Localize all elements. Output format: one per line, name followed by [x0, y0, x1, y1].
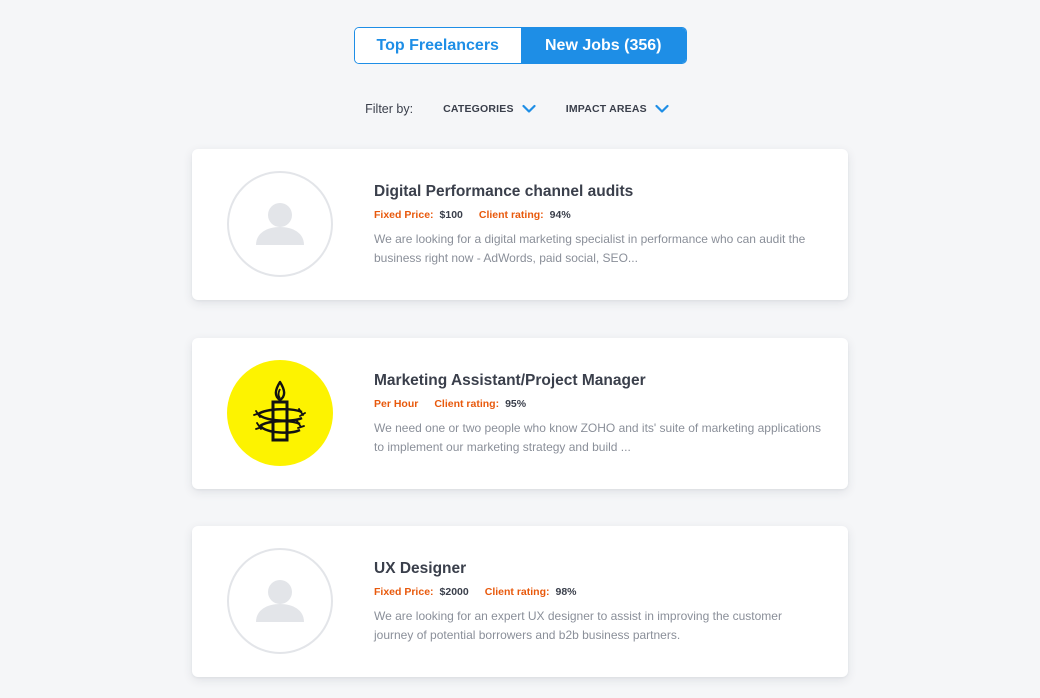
rating-label: Client rating: [484, 586, 550, 598]
rating-value: 94% [549, 209, 571, 221]
job-card[interactable]: UX Designer Fixed Price: $2000 Client ra… [192, 526, 848, 677]
tab-new-jobs[interactable]: New Jobs (356) [520, 28, 686, 63]
pay-label: Fixed Price: [374, 209, 434, 221]
filter-label: Filter by: [365, 102, 414, 116]
job-description: We need one or two people who know ZOHO … [374, 421, 821, 454]
filter-categories-dropdown[interactable]: CATEGORIES [443, 103, 536, 115]
job-description: We are looking for an expert UX designer… [374, 609, 782, 642]
job-title[interactable]: UX Designer [374, 559, 824, 579]
user-placeholder-icon [256, 580, 304, 622]
filter-bar: Filter by: CATEGORIES IMPACT AREAS [0, 99, 1040, 119]
job-title[interactable]: Digital Performance channel audits [374, 182, 824, 202]
job-card[interactable]: Marketing Assistant/Project Manager Per … [192, 338, 848, 489]
rating-value: 98% [555, 586, 577, 598]
job-meta: Fixed Price: $100 Client rating: 94% [374, 208, 824, 222]
job-meta: Per Hour Client rating: 95% [374, 397, 824, 411]
chevron-down-icon [522, 104, 536, 113]
pay-label: Per Hour [374, 398, 419, 410]
filter-categories-label: CATEGORIES [443, 103, 514, 115]
pay-value: $2000 [439, 586, 469, 598]
avatar [227, 548, 333, 654]
filter-impact-areas-label: IMPACT AREAS [565, 103, 647, 115]
job-card[interactable]: Digital Performance channel audits Fixed… [192, 149, 848, 300]
view-toggle: Top Freelancers New Jobs (356) [354, 27, 687, 64]
avatar [227, 171, 333, 277]
filter-impact-areas-dropdown[interactable]: IMPACT AREAS [566, 103, 669, 115]
job-description: We are looking for a digital marketing s… [374, 232, 806, 265]
rating-label: Client rating: [478, 209, 544, 221]
candle-logo-icon [253, 380, 306, 442]
chevron-down-icon [655, 104, 669, 113]
pay-label: Fixed Price: [374, 586, 434, 598]
job-meta: Fixed Price: $2000 Client rating: 98% [374, 585, 824, 599]
rating-label: Client rating: [434, 398, 500, 410]
tab-top-freelancers[interactable]: Top Freelancers [355, 28, 521, 63]
avatar [227, 360, 333, 466]
rating-value: 95% [505, 398, 527, 410]
pay-value: $100 [439, 209, 463, 221]
user-placeholder-icon [256, 203, 304, 245]
job-title[interactable]: Marketing Assistant/Project Manager [374, 371, 824, 391]
